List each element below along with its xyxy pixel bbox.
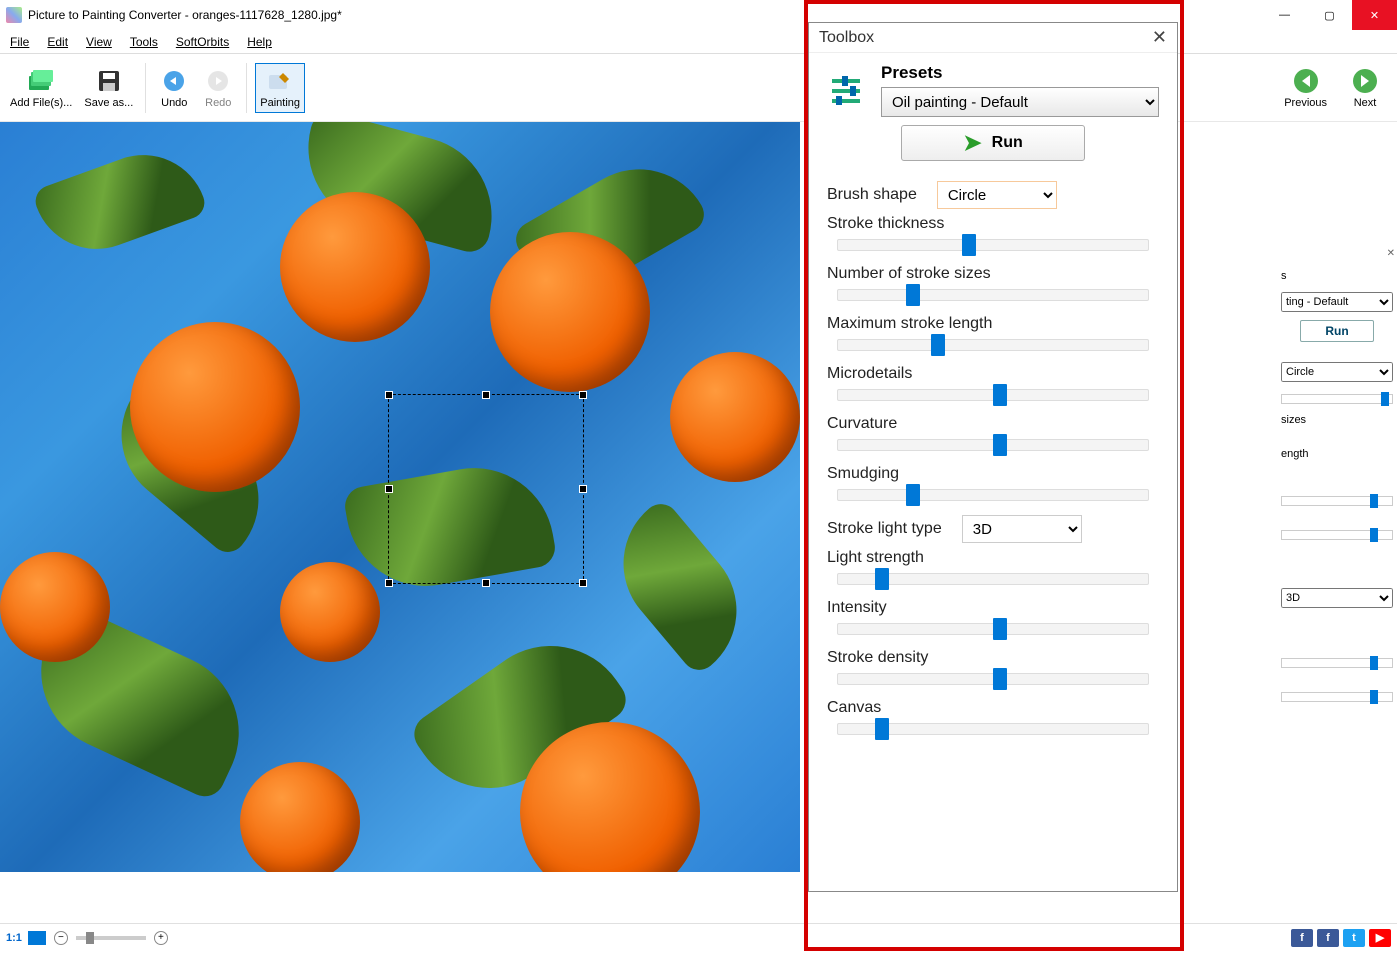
side-slider[interactable] [1281, 692, 1393, 702]
side-run-button[interactable]: Run [1300, 320, 1374, 342]
redo-icon [204, 67, 232, 95]
number-stroke-sizes-slider[interactable] [837, 289, 1149, 301]
stroke-thickness-label: Stroke thickness [827, 215, 1159, 233]
undo-button[interactable]: Undo [154, 63, 194, 113]
presets-icon [827, 70, 867, 110]
twitter-icon[interactable]: t [1343, 929, 1365, 947]
menubar: File Edit View Tools SoftOrbits Help [0, 30, 1397, 54]
menu-file[interactable]: File [10, 35, 29, 49]
fit-screen-icon[interactable] [28, 931, 46, 945]
toolbox-popup: Toolbox ✕ Presets Oil painting - Default… [808, 22, 1178, 892]
statusbar: 1:1 − + f f t ▶ [0, 923, 1397, 951]
maximize-button[interactable]: ▢ [1307, 0, 1352, 30]
window-title: Picture to Painting Converter - oranges-… [28, 8, 342, 22]
menu-help[interactable]: Help [247, 35, 272, 49]
painting-icon [266, 67, 294, 95]
side-slider[interactable] [1281, 530, 1393, 540]
side-slider[interactable] [1281, 496, 1393, 506]
number-stroke-sizes-label: Number of stroke sizes [827, 265, 1159, 283]
run-arrow-icon: ➤ [963, 130, 981, 156]
toolbox-close-icon[interactable]: ✕ [1152, 27, 1167, 48]
canvas-area[interactable] [0, 122, 1397, 923]
light-strength-label: Light strength [827, 549, 1159, 567]
light-strength-slider[interactable] [837, 573, 1149, 585]
max-stroke-length-label: Maximum stroke length [827, 315, 1159, 333]
undo-icon [160, 67, 188, 95]
side-slider[interactable] [1281, 394, 1393, 404]
stroke-light-type-label: Stroke light type [827, 520, 942, 538]
brush-shape-label: Brush shape [827, 186, 917, 204]
previous-icon [1292, 67, 1320, 95]
zoom-slider[interactable] [76, 936, 146, 940]
stroke-density-slider[interactable] [837, 673, 1149, 685]
smudging-slider[interactable] [837, 489, 1149, 501]
window-titlebar: Picture to Painting Converter - oranges-… [0, 0, 1397, 30]
canvas-image [0, 122, 800, 872]
curvature-slider[interactable] [837, 439, 1149, 451]
right-side-panel: ✕ s ting - Default Run Circle sizes engt… [1277, 254, 1397, 974]
run-button[interactable]: ➤ Run [901, 125, 1085, 161]
painting-button[interactable]: Painting [255, 63, 305, 113]
intensity-label: Intensity [827, 599, 1159, 617]
zoom-out-button[interactable]: − [54, 931, 68, 945]
menu-edit[interactable]: Edit [47, 35, 68, 49]
side-brush-select[interactable]: Circle [1281, 362, 1393, 382]
menu-tools[interactable]: Tools [130, 35, 158, 49]
next-icon [1351, 67, 1379, 95]
zoom-ratio[interactable]: 1:1 [6, 932, 22, 944]
curvature-label: Curvature [827, 415, 1159, 433]
stroke-thickness-slider[interactable] [837, 239, 1149, 251]
smudging-label: Smudging [827, 465, 1159, 483]
previous-button[interactable]: Previous [1280, 65, 1331, 111]
max-stroke-length-slider[interactable] [837, 339, 1149, 351]
next-button[interactable]: Next [1345, 65, 1385, 111]
minimize-button[interactable]: — [1262, 0, 1307, 30]
youtube-icon[interactable]: ▶ [1369, 929, 1391, 947]
add-files-icon [27, 67, 55, 95]
presets-label: Presets [881, 63, 1159, 83]
workspace: ✕ s ting - Default Run Circle sizes engt… [0, 122, 1397, 923]
side-light-select[interactable]: 3D [1281, 588, 1393, 608]
facebook-icon-2[interactable]: f [1317, 929, 1339, 947]
facebook-icon[interactable]: f [1291, 929, 1313, 947]
zoom-in-button[interactable]: + [154, 931, 168, 945]
add-files-button[interactable]: Add File(s)... [6, 63, 76, 113]
intensity-slider[interactable] [837, 623, 1149, 635]
redo-button[interactable]: Redo [198, 63, 238, 113]
brush-shape-select[interactable]: Circle [937, 181, 1057, 209]
toolbox-title: Toolbox [819, 29, 874, 47]
close-window-button[interactable]: ✕ [1352, 0, 1397, 30]
save-as-button[interactable]: Save as... [80, 63, 137, 113]
save-icon [95, 67, 123, 95]
microdetails-label: Microdetails [827, 365, 1159, 383]
canvas-slider[interactable] [837, 723, 1149, 735]
menu-view[interactable]: View [86, 35, 112, 49]
side-preset-select[interactable]: ting - Default [1281, 292, 1393, 312]
side-slider[interactable] [1281, 658, 1393, 668]
menu-softorbits[interactable]: SoftOrbits [176, 35, 229, 49]
app-icon [6, 7, 22, 23]
toolbar: Add File(s)... Save as... Undo Redo Pain… [0, 54, 1397, 122]
canvas-label: Canvas [827, 699, 1159, 717]
selection-marquee[interactable] [388, 394, 584, 584]
stroke-density-label: Stroke density [827, 649, 1159, 667]
stroke-light-type-select[interactable]: 3D [962, 515, 1082, 543]
preset-select[interactable]: Oil painting - Default [881, 87, 1159, 117]
panel-close-icon[interactable]: ✕ [1387, 248, 1395, 259]
microdetails-slider[interactable] [837, 389, 1149, 401]
